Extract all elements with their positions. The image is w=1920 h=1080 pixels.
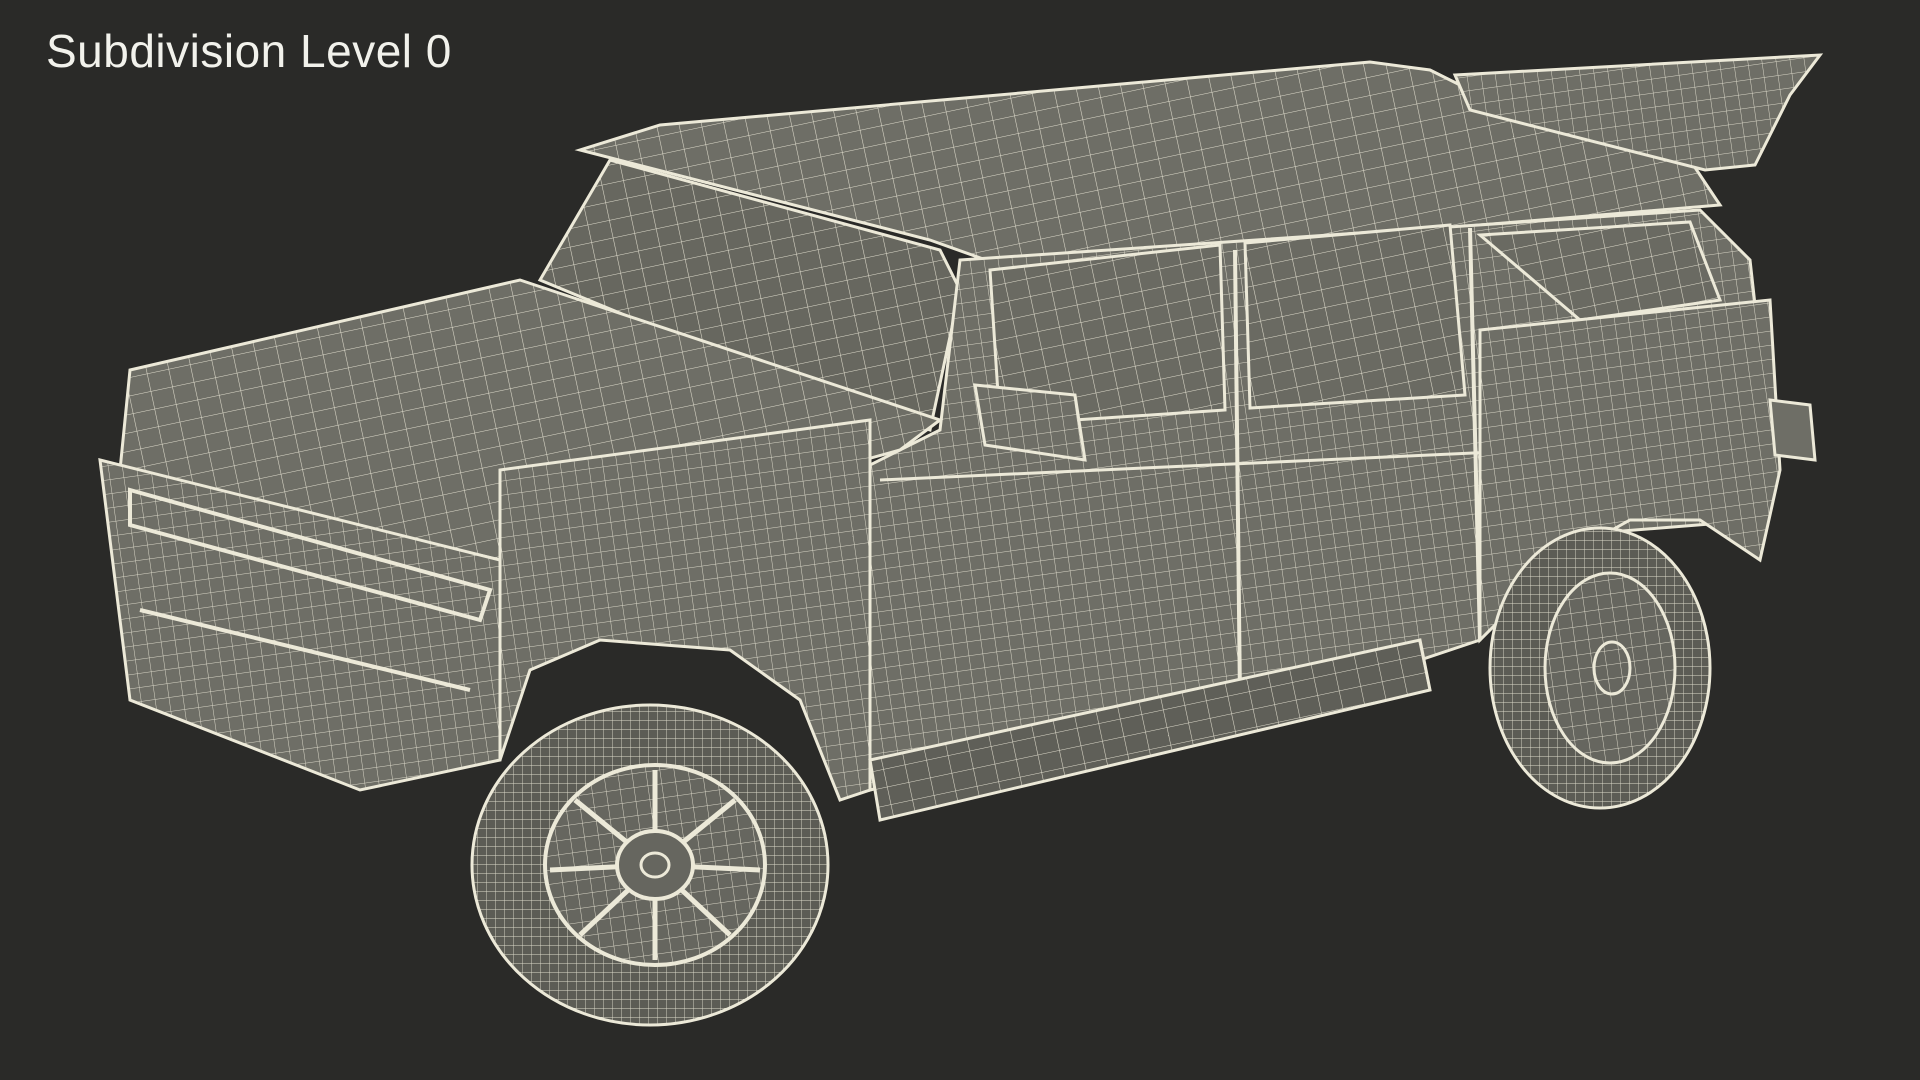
rear-wheel <box>1488 526 1712 810</box>
front-wheel <box>470 703 830 1027</box>
subdivision-level-label: Subdivision Level 0 <box>46 25 452 77</box>
wireframe-suv-render <box>98 53 1824 1027</box>
render-viewport: Subdivision Level 0 <box>0 0 1920 1080</box>
